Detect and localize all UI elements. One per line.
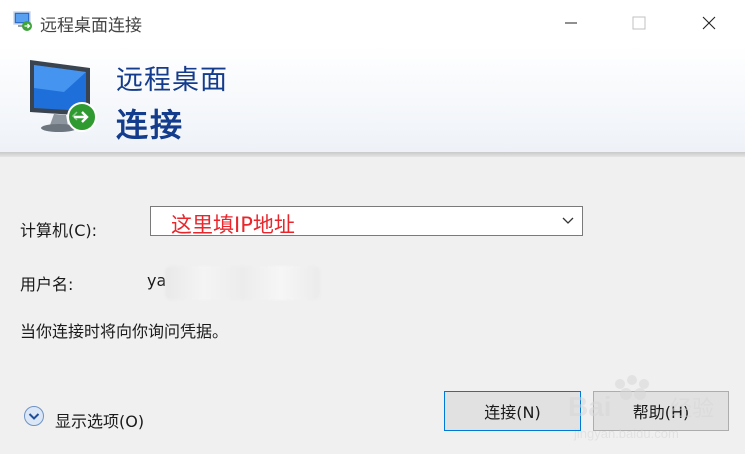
computer-label: 计算机(C):: [20, 221, 98, 240]
redacted-username: [165, 266, 320, 300]
minimize-icon[interactable]: [548, 0, 594, 46]
maximize-icon: [632, 16, 646, 30]
remote-desktop-icon: [13, 11, 32, 31]
remote-desktop-icon: [30, 60, 97, 132]
expand-options-icon[interactable]: [23, 405, 45, 427]
banner-title-line1: 远程桌面: [116, 65, 228, 96]
chevron-down-icon[interactable]: [562, 216, 574, 226]
svg-text:经验: 经验: [670, 396, 714, 421]
credentials-note: 当你连接时将向你询问凭据。: [20, 322, 229, 341]
banner-title-line2: 连接: [116, 106, 185, 144]
banner: 远程桌面 连接: [0, 46, 745, 152]
banner-divider: [0, 152, 745, 157]
show-options-link[interactable]: 显示选项(O): [55, 408, 144, 432]
svg-text:Bai: Bai: [568, 391, 612, 422]
computer-input-value: 这里填IP地址: [171, 213, 295, 237]
close-icon[interactable]: [686, 0, 732, 46]
title-bar: 远程桌面连接: [0, 0, 745, 47]
window-title: 远程桌面连接: [40, 16, 142, 36]
username-label: 用户名:: [20, 275, 74, 294]
svg-text:jingyan.baidu.com: jingyan.baidu.com: [573, 426, 679, 441]
computer-input[interactable]: 这里填IP地址: [150, 206, 583, 237]
username-value: ya: [147, 271, 167, 290]
watermark-logo: Bai 经验 jingyan.baidu.com: [568, 375, 714, 441]
